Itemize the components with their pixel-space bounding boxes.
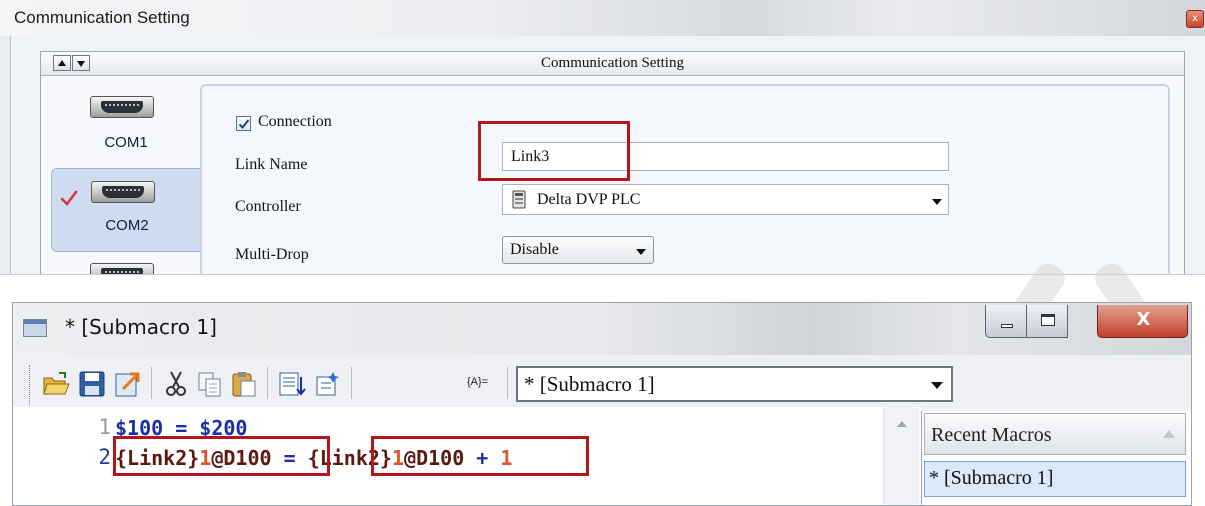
multi-drop-label: Multi-Drop <box>235 246 309 263</box>
chevron-down-icon <box>931 382 943 389</box>
minimize-button[interactable] <box>985 305 1027 338</box>
export-icon[interactable] <box>113 369 143 399</box>
recent-macros-title: Recent Macros <box>931 424 1052 446</box>
plc-icon <box>512 190 526 209</box>
toolbar-separator <box>351 367 352 399</box>
port-item-com1[interactable]: COM1 <box>51 92 201 176</box>
panel-title: Communication Setting <box>541 55 684 71</box>
paste-icon[interactable] <box>229 369 259 399</box>
controller-select[interactable]: Delta DVP PLC <box>502 184 949 215</box>
close-icon: X <box>1136 309 1151 330</box>
variable-icon[interactable]: {A}= <box>467 376 488 388</box>
arrow-down-icon <box>77 61 85 67</box>
maximize-icon <box>1041 314 1055 326</box>
port-label: COM1 <box>104 134 148 151</box>
window-title: * [Submacro 1] <box>65 315 217 339</box>
checkmark-icon <box>60 190 78 206</box>
serial-port-icon <box>90 263 154 274</box>
insert-function-icon[interactable] <box>313 369 343 399</box>
close-icon: x <box>1192 13 1198 24</box>
macro-select[interactable]: * [Submacro 1] <box>516 366 953 402</box>
link-name-label: Link Name <box>235 156 308 173</box>
close-button[interactable]: x <box>1186 10 1204 28</box>
arrow-up-icon <box>58 60 66 66</box>
line-number-gutter: 1 2 <box>13 407 115 505</box>
sort-icon <box>1163 430 1175 438</box>
communication-setting-window: Communication Setting x Communication Se… <box>0 0 1205 275</box>
copy-icon[interactable] <box>195 369 225 399</box>
connection-label: Connection <box>258 113 332 130</box>
scroll-down-button[interactable] <box>72 55 90 71</box>
minimize-icon <box>1001 324 1013 328</box>
recent-macros-panel: Recent Macros * [Submacro 1] <box>921 411 1191 505</box>
panel-header: Communication Setting <box>41 52 1184 76</box>
recent-macro-label: * [Submacro 1] <box>929 467 1054 489</box>
recent-macros-header[interactable]: Recent Macros <box>924 413 1186 455</box>
macro-select-value: * [Submacro 1] <box>524 372 655 396</box>
close-button[interactable]: X <box>1097 305 1188 338</box>
port-settings-form: Connection Link Name Link3 Controller De… <box>200 84 1170 274</box>
line-number: 2 <box>98 445 111 469</box>
recent-macro-item[interactable]: * [Submacro 1] <box>924 461 1186 497</box>
toolbar-separator <box>151 367 152 399</box>
line-number: 1 <box>98 415 111 439</box>
connection-checkbox[interactable] <box>236 116 251 131</box>
insert-command-icon[interactable] <box>277 369 307 399</box>
port-item-com2[interactable]: COM2 <box>51 168 201 252</box>
highlight-box-rhs-operand <box>371 436 589 476</box>
save-icon[interactable] <box>77 369 107 399</box>
serial-port-icon <box>90 96 154 118</box>
editor-scrollbar[interactable] <box>883 407 919 505</box>
editor-toolbar: {A}= * [Submacro 1] <box>29 363 1189 405</box>
chevron-down-icon <box>932 199 942 205</box>
check-icon <box>238 119 250 129</box>
multi-drop-select[interactable]: Disable <box>502 236 654 264</box>
highlight-box-link-name <box>478 121 630 181</box>
maximize-button[interactable] <box>1026 305 1068 338</box>
window-title: Communication Setting <box>14 8 190 27</box>
open-folder-icon[interactable] <box>41 369 71 399</box>
window-titlebar[interactable]: * [Submacro 1] X <box>13 303 1191 355</box>
window-icon <box>23 319 47 337</box>
scroll-up-button[interactable] <box>53 55 71 71</box>
multi-drop-value: Disable <box>510 241 559 258</box>
toolbar-grip[interactable] <box>29 365 32 405</box>
port-item-com3[interactable] <box>51 257 201 274</box>
chevron-down-icon <box>636 249 646 255</box>
cut-icon[interactable] <box>161 369 191 399</box>
scroll-up-icon[interactable] <box>897 421 907 427</box>
highlight-box-lhs-operand <box>113 436 330 476</box>
window-titlebar[interactable]: Communication Setting x <box>0 0 1205 36</box>
toolbar-separator <box>267 367 268 399</box>
controller-label: Controller <box>235 198 301 215</box>
serial-port-icon <box>91 181 155 203</box>
toolbar-separator <box>507 367 508 399</box>
controller-value: Delta DVP PLC <box>537 191 641 208</box>
port-label: COM2 <box>105 217 149 234</box>
